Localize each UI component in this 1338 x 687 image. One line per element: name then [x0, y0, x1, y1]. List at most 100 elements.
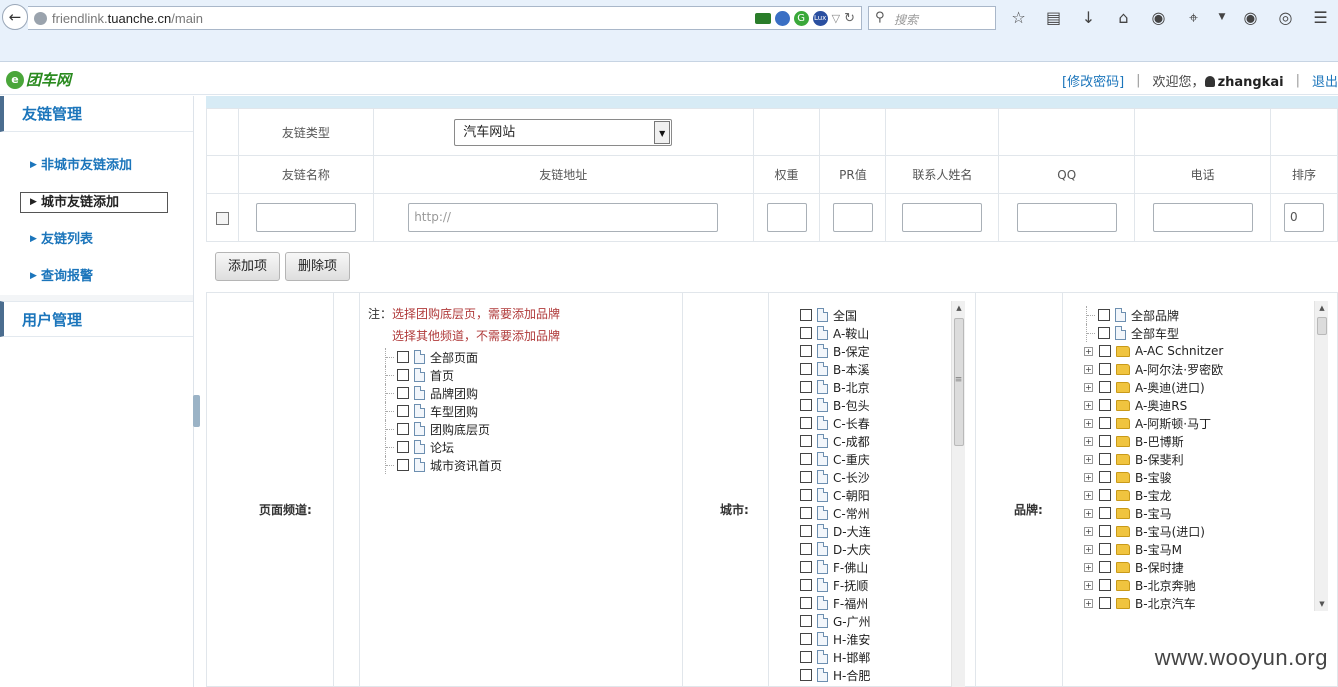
tree-item[interactable]: H-淮安	[800, 630, 871, 648]
expand-plus-icon[interactable]: +	[1084, 598, 1093, 608]
expand-plus-icon[interactable]: +	[1084, 472, 1093, 482]
pr-input[interactable]	[832, 203, 873, 232]
tree-item[interactable]: B-本溪	[800, 360, 871, 378]
dropdown-icon[interactable]: ▼	[1218, 7, 1226, 28]
tree-item[interactable]: D-大连	[800, 522, 871, 540]
checkbox[interactable]	[800, 669, 812, 681]
checkbox[interactable]	[397, 387, 409, 399]
checkbox[interactable]	[1099, 507, 1111, 519]
tree-item[interactable]: 团购底层页	[385, 420, 502, 438]
address-bar[interactable]: friendlink.tuanche.cn/main G Lux ▽ ↻	[28, 6, 862, 30]
tree-item[interactable]: C-重庆	[800, 450, 871, 468]
scroll-thumb[interactable]	[1317, 317, 1327, 335]
tree-item[interactable]: F-抚顺	[800, 576, 871, 594]
expand-plus-icon[interactable]: +	[1084, 382, 1093, 392]
tree-item[interactable]: H-邯郸	[800, 648, 871, 666]
checkbox[interactable]	[800, 453, 812, 465]
star-icon[interactable]: ☆	[1008, 7, 1029, 28]
speech-icon[interactable]: ◉	[1240, 7, 1261, 28]
checkbox[interactable]	[397, 423, 409, 435]
row-checkbox[interactable]	[215, 211, 229, 225]
checkbox[interactable]	[1099, 543, 1111, 555]
expand-plus-icon[interactable]: +	[1084, 436, 1093, 446]
checkbox[interactable]	[800, 633, 812, 645]
phone-input[interactable]	[1152, 203, 1253, 232]
tree-item[interactable]: 全部页面	[385, 348, 502, 366]
checkbox[interactable]	[800, 381, 812, 393]
expand-plus-icon[interactable]: +	[1084, 490, 1093, 500]
tree-item[interactable]: 首页	[385, 366, 502, 384]
checkbox[interactable]	[800, 489, 812, 501]
scroll-up-icon[interactable]: ▲	[952, 301, 966, 315]
checkbox[interactable]	[800, 525, 812, 537]
tree-item[interactable]: B-包头	[800, 396, 871, 414]
checkbox[interactable]	[1099, 597, 1111, 609]
sidebar-item-alert[interactable]: ▶ 查询报警	[0, 258, 193, 295]
reload-icon[interactable]: ↻	[844, 11, 855, 26]
sidebar-group-user[interactable]: 用户管理	[0, 301, 193, 337]
tree-item[interactable]: C-常州	[800, 504, 871, 522]
tree-item[interactable]: + A-阿尔法·罗密欧	[1082, 360, 1223, 378]
tree-item[interactable]: C-成都	[800, 432, 871, 450]
checkbox[interactable]	[800, 651, 812, 663]
logout-link[interactable]: 退出	[1312, 71, 1338, 90]
expand-plus-icon[interactable]: +	[1084, 580, 1093, 590]
weight-input[interactable]	[766, 203, 807, 232]
tree-item[interactable]: 城市资讯首页	[385, 456, 502, 474]
tree-item[interactable]: G-广州	[800, 612, 871, 630]
tree-item[interactable]: + A-奥迪(进口)	[1082, 378, 1223, 396]
add-item-button[interactable]: 添加项	[215, 252, 281, 281]
checkbox[interactable]	[800, 615, 812, 627]
scroll-down-icon[interactable]: ▼	[1315, 597, 1329, 611]
tree-item[interactable]: + B-宝马(进口)	[1082, 522, 1223, 540]
checkbox[interactable]	[397, 459, 409, 471]
tree-item[interactable]: + B-保斐利	[1082, 450, 1223, 468]
g-addon-icon[interactable]: G	[793, 11, 809, 26]
checkbox[interactable]	[1099, 381, 1111, 393]
reading-list-icon[interactable]: ▤	[1043, 7, 1064, 28]
tree-item[interactable]: H-合肥	[800, 666, 871, 684]
download-icon[interactable]: ↓	[1078, 7, 1099, 28]
tree-item[interactable]: 全部品牌	[1082, 306, 1223, 324]
expand-plus-icon[interactable]: +	[1084, 544, 1093, 554]
tree-item[interactable]: A-鞍山	[800, 324, 871, 342]
expand-plus-icon[interactable]: +	[1084, 508, 1093, 518]
tree-item[interactable]: C-长沙	[800, 468, 871, 486]
qq-input[interactable]	[1016, 203, 1117, 232]
checkbox[interactable]	[1099, 489, 1111, 501]
tree-item[interactable]: + B-宝龙	[1082, 486, 1223, 504]
checkbox[interactable]	[397, 441, 409, 453]
chat-icon[interactable]: ◉	[1148, 7, 1169, 28]
tree-item[interactable]: + B-保时捷	[1082, 558, 1223, 576]
checkbox[interactable]	[1099, 579, 1111, 591]
checkbox[interactable]	[1099, 453, 1111, 465]
sidebar-collapse-handle[interactable]	[193, 395, 200, 427]
checkbox[interactable]	[800, 399, 812, 411]
delete-item-button[interactable]: 删除项	[285, 252, 351, 281]
tree-item[interactable]: + B-北京奔驰	[1082, 576, 1223, 594]
checkbox[interactable]	[800, 597, 812, 609]
checkbox[interactable]	[1098, 327, 1110, 339]
tree-item[interactable]: C-长春	[800, 414, 871, 432]
tree-item[interactable]: 全部车型	[1082, 324, 1223, 342]
checkbox[interactable]	[800, 345, 812, 357]
contact-name-input[interactable]	[902, 203, 983, 232]
checkbox[interactable]	[1099, 435, 1111, 447]
tree-item[interactable]: B-保定	[800, 342, 871, 360]
checkbox[interactable]	[800, 561, 812, 573]
dropdown-arrow-icon[interactable]: ▽	[832, 12, 840, 25]
sidebar-item-city-add[interactable]: ▶ 城市友链添加	[0, 184, 193, 221]
tree-item[interactable]: + B-巴博斯	[1082, 432, 1223, 450]
checkbox[interactable]	[1099, 561, 1111, 573]
tree-item[interactable]: + B-宝马	[1082, 504, 1223, 522]
tree-item[interactable]: B-北京	[800, 378, 871, 396]
link-name-input[interactable]	[255, 203, 356, 232]
checkbox[interactable]	[397, 351, 409, 363]
checkbox[interactable]	[397, 369, 409, 381]
expand-plus-icon[interactable]: +	[1084, 400, 1093, 410]
checkbox[interactable]	[800, 507, 812, 519]
tree-item[interactable]: + B-宝马M	[1082, 540, 1223, 558]
tree-item[interactable]: 论坛	[385, 438, 502, 456]
checkbox[interactable]	[800, 327, 812, 339]
expand-plus-icon[interactable]: +	[1084, 562, 1093, 572]
